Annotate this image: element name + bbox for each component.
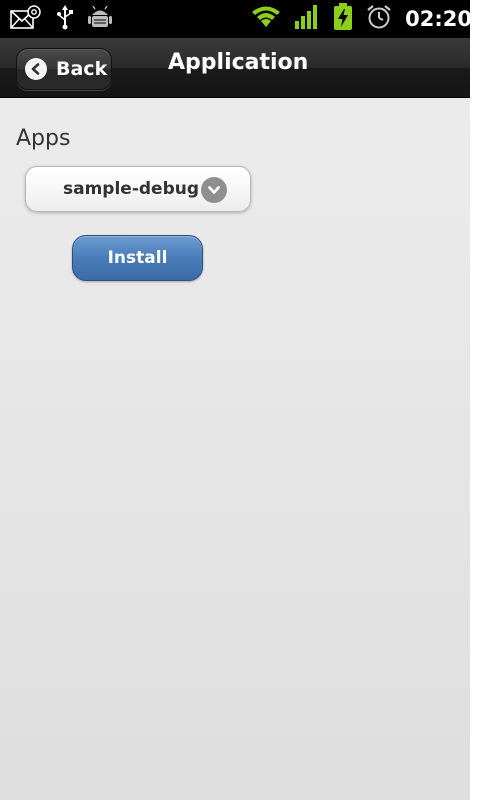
- app-screen: 02:20 Back Application Apps sample-debug…: [0, 0, 470, 800]
- install-button[interactable]: Install: [72, 235, 203, 281]
- alarm-icon: [366, 4, 392, 34]
- back-button-label: Back: [56, 58, 108, 80]
- back-chevron-icon: [25, 58, 47, 80]
- wifi-icon: [251, 5, 281, 33]
- android-debug-icon: [88, 4, 112, 34]
- apps-select[interactable]: sample-debug: [25, 166, 251, 212]
- back-button[interactable]: Back: [16, 48, 112, 90]
- battery-charging-icon: [333, 3, 353, 35]
- main-content: Apps sample-debug Install: [0, 98, 470, 800]
- status-left-icons: [10, 5, 112, 33]
- status-time: 02:20: [405, 7, 470, 31]
- title-bar: Back Application: [0, 38, 470, 98]
- page-title: Application: [168, 50, 309, 75]
- apps-label: Apps: [16, 126, 71, 151]
- email-icon: [10, 4, 42, 34]
- usb-icon: [56, 4, 74, 34]
- apps-select-value: sample-debug: [63, 179, 200, 199]
- edge-strip: [470, 38, 480, 800]
- chevron-down-icon: [201, 177, 227, 203]
- status-bar: 02:20: [0, 0, 470, 38]
- signal-icon: [294, 4, 320, 34]
- status-right-icons: 02:20: [251, 3, 470, 35]
